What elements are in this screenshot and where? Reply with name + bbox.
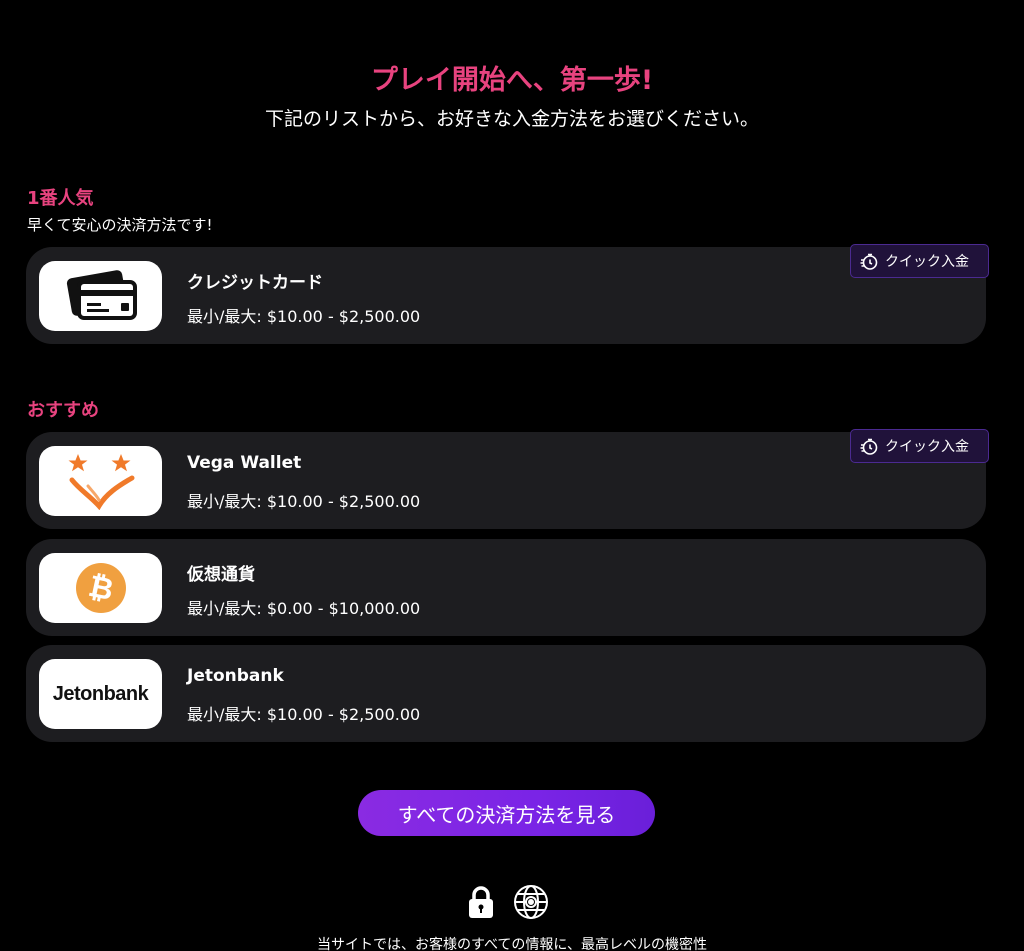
payment-method-name: Jetonbank — [187, 666, 284, 686]
page-subtitle: 下記のリストから、お好きな入金方法をお選びください。 — [264, 108, 759, 130]
section-label-popular: 1番人気 — [27, 188, 94, 209]
payment-logo — [39, 261, 162, 331]
payment-logo: ₿ — [39, 553, 162, 623]
payment-method-crypto[interactable]: ₿ 仮想通貨 最小/最大: $0.00 - $10,000.00 — [26, 539, 986, 636]
quick-deposit-label: クイック入金 — [885, 254, 969, 270]
credit-card-icon — [66, 270, 137, 320]
payment-method-name: クレジットカード — [187, 273, 323, 293]
vega-wallet-logo — [68, 454, 134, 510]
payment-method-jetonbank[interactable]: Jetonbank Jetonbank 最小/最大: $10.00 - $2,5… — [26, 645, 986, 742]
payment-logo — [39, 446, 162, 516]
payment-method-name: 仮想通貨 — [187, 565, 255, 585]
payment-method-range: 最小/最大: $0.00 - $10,000.00 — [187, 599, 421, 618]
quick-deposit-badge: クイック入金 — [850, 429, 989, 463]
lock-icon — [469, 886, 493, 918]
security-notice-text: 当サイトでは、お客様のすべての情報に、最高レベルの機密性 — [316, 937, 708, 951]
payment-method-vega-wallet[interactable]: Vega Wallet 最小/最大: $10.00 - $2,500.00 クイ… — [26, 429, 989, 529]
bitcoin-icon: ₿ — [75, 563, 126, 613]
deposit-methods-page: プレイ開始へ、第一歩! 下記のリストから、お好きな入金方法をお選びください。 1… — [0, 0, 1024, 951]
payment-method-range: 最小/最大: $10.00 - $2,500.00 — [187, 492, 421, 511]
payment-method-range: 最小/最大: $10.00 - $2,500.00 — [187, 307, 421, 326]
page-title: プレイ開始へ、第一歩! — [370, 65, 654, 96]
payment-method-range: 最小/最大: $10.00 - $2,500.00 — [187, 705, 421, 724]
stopwatch-icon — [860, 253, 878, 270]
view-all-payment-methods-button[interactable]: すべての決済方法を見る — [358, 790, 655, 836]
quick-deposit-label: クイック入金 — [885, 439, 969, 455]
globe-icon — [514, 885, 548, 919]
section-description-popular: 早くて安心の決済方法です! — [27, 216, 213, 234]
quick-deposit-badge: クイック入金 — [850, 244, 989, 278]
stopwatch-icon — [860, 438, 878, 455]
payment-method-name: Vega Wallet — [187, 453, 302, 473]
section-label-recommended: おすすめ — [27, 400, 99, 421]
jetonbank-logo: Jetonbank — [52, 682, 149, 705]
security-icons — [466, 882, 550, 922]
payment-method-credit-card[interactable]: クレジットカード 最小/最大: $10.00 - $2,500.00 クイック入… — [26, 244, 989, 344]
payment-logo: Jetonbank — [39, 659, 162, 729]
